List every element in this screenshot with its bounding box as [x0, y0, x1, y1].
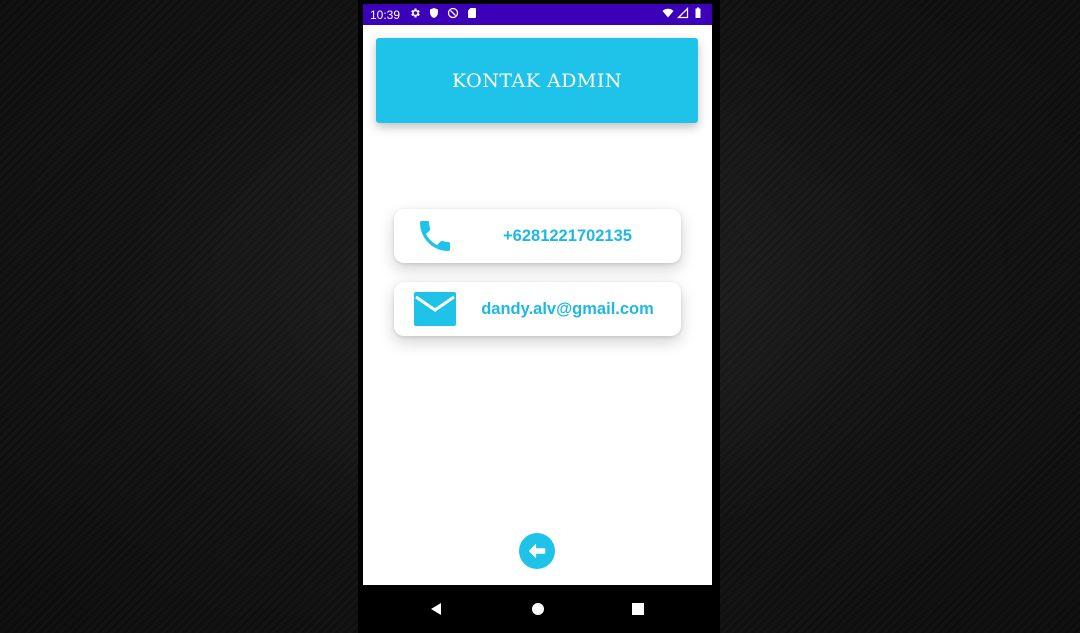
- app-screen: KONTAK ADMIN +6281221702135 dandy.alv@gm…: [363, 25, 712, 585]
- phone-contact-card[interactable]: +6281221702135: [394, 209, 681, 263]
- sd-card-icon: [468, 8, 476, 18]
- status-icons-right: [662, 7, 704, 19]
- shield-icon: [430, 8, 438, 18]
- wifi-icon: [662, 8, 674, 18]
- status-bar: 10:39: [363, 4, 712, 25]
- battery-icon: [695, 7, 701, 18]
- signal-icon: [677, 7, 689, 19]
- settings-icon: [411, 8, 420, 18]
- email-icon: [414, 292, 456, 326]
- arrow-left-icon: [528, 543, 546, 559]
- nav-back-icon: [431, 603, 441, 615]
- email-contact-card[interactable]: dandy.alv@gmail.com: [394, 282, 681, 336]
- status-time: 10:39: [370, 8, 401, 22]
- back-button[interactable]: [519, 533, 555, 569]
- header-banner: KONTAK ADMIN: [376, 38, 698, 123]
- nav-recents-icon: [632, 603, 644, 615]
- phone-icon: [420, 221, 450, 251]
- status-icons-left: [409, 7, 478, 19]
- phone-frame: 10:39 KONTAK ADMIN +6281221702135 dandy.…: [358, 0, 720, 633]
- navigation-bar: [358, 585, 720, 633]
- nav-recents-button[interactable]: [626, 597, 650, 621]
- nav-back-button[interactable]: [424, 597, 448, 621]
- page-title: KONTAK ADMIN: [451, 69, 622, 92]
- email-address: dandy.alv@gmail.com: [481, 299, 654, 318]
- phone-number: +6281221702135: [503, 226, 632, 245]
- nav-home-icon: [532, 603, 544, 615]
- sync-icon: [447, 7, 459, 19]
- nav-home-button[interactable]: [526, 597, 550, 621]
